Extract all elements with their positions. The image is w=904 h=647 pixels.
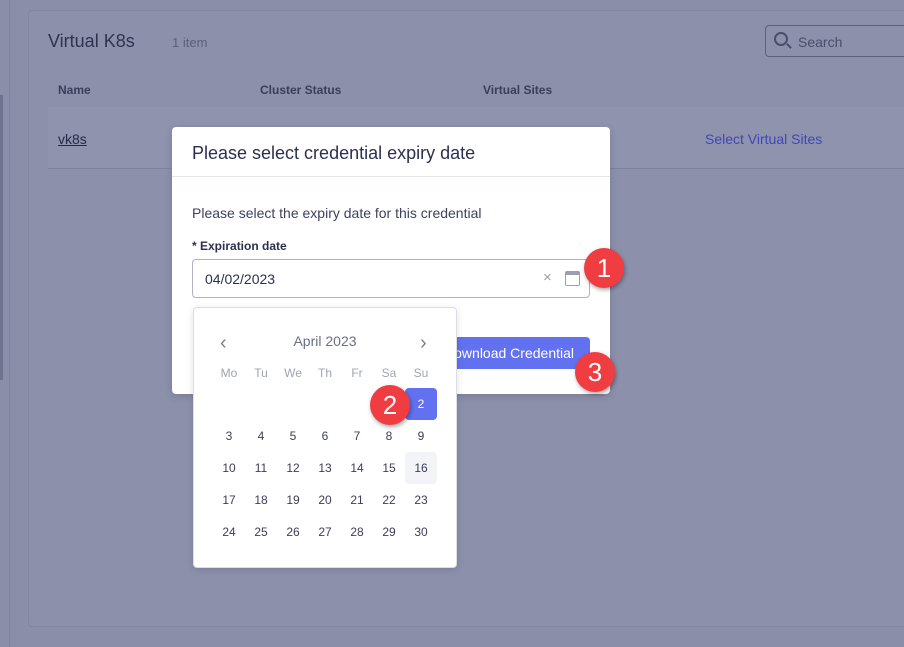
weekday-header: Mo (220, 366, 238, 380)
modal-title: Please select credential expiry date (172, 127, 610, 177)
calendar-day[interactable]: 23 (405, 484, 437, 516)
calendar-day[interactable]: 19 (277, 484, 309, 516)
weekday-header: Tu (254, 366, 268, 380)
date-picker-popup: April 2023 ‹ › MoTuWeThFrSaSu12345678910… (193, 307, 457, 568)
calendar-day[interactable]: 20 (309, 484, 341, 516)
calendar-icon[interactable] (565, 271, 580, 286)
calendar-day[interactable]: 18 (245, 484, 277, 516)
calendar-day[interactable]: 16 (405, 452, 437, 484)
next-month-icon[interactable]: › (420, 332, 427, 355)
select-virtual-sites-link[interactable]: Select Virtual Sites (705, 131, 822, 147)
expiration-date-value: 04/02/2023 (205, 271, 276, 287)
calendar-day[interactable]: 7 (341, 420, 373, 452)
calendar-day[interactable]: 3 (213, 420, 245, 452)
weekday-header: Sa (381, 366, 397, 380)
calendar-day[interactable]: 22 (373, 484, 405, 516)
vk8s-link[interactable]: vk8s (58, 131, 87, 147)
prev-month-icon[interactable]: ‹ (220, 332, 227, 355)
item-count: 1 item (172, 35, 208, 50)
calendar-day[interactable]: 30 (405, 516, 437, 548)
search-input[interactable]: Search (765, 25, 904, 57)
calendar-day[interactable]: 5 (277, 420, 309, 452)
expiration-date-label: * Expiration date (192, 239, 287, 253)
download-credential-label: Download Credential (444, 345, 574, 361)
step-badge-2: 2 (370, 385, 410, 425)
search-icon (774, 32, 788, 46)
step-badge-1: 1 (584, 248, 624, 288)
weekday-header: Su (413, 366, 429, 380)
calendar-month-label[interactable]: April 2023 (194, 333, 456, 349)
weekday-header: We (284, 366, 302, 380)
column-header-virtual-sites[interactable]: Virtual Sites (483, 83, 552, 97)
calendar-day[interactable]: 26 (277, 516, 309, 548)
page-title: Virtual K8s (48, 31, 135, 51)
column-header-name[interactable]: Name (58, 83, 91, 97)
calendar-day[interactable]: 21 (341, 484, 373, 516)
expiration-date-input[interactable]: 04/02/2023 × (192, 259, 590, 298)
clear-icon[interactable]: × (543, 269, 552, 286)
calendar-day[interactable]: 6 (309, 420, 341, 452)
calendar-day[interactable]: 14 (341, 452, 373, 484)
column-header-cluster-status[interactable]: Cluster Status (260, 83, 341, 97)
calendar-day[interactable]: 29 (373, 516, 405, 548)
calendar-day[interactable]: 17 (213, 484, 245, 516)
calendar-day[interactable]: 27 (309, 516, 341, 548)
search-placeholder: Search (798, 34, 843, 50)
weekday-header: Fr (351, 366, 363, 380)
calendar-day[interactable]: 11 (245, 452, 277, 484)
calendar-day[interactable]: 4 (245, 420, 277, 452)
calendar-day[interactable]: 15 (373, 452, 405, 484)
calendar-day[interactable]: 10 (213, 452, 245, 484)
calendar-day[interactable]: 25 (245, 516, 277, 548)
calendar-day[interactable]: 28 (341, 516, 373, 548)
calendar-day[interactable]: 9 (405, 420, 437, 452)
modal-description: Please select the expiry date for this c… (192, 205, 482, 221)
calendar-day[interactable]: 13 (309, 452, 341, 484)
weekday-header: Th (317, 366, 332, 380)
calendar-day[interactable]: 12 (277, 452, 309, 484)
sidebar-scrollbar[interactable] (0, 95, 3, 380)
step-badge-3: 3 (575, 352, 615, 392)
calendar-day[interactable]: 24 (213, 516, 245, 548)
